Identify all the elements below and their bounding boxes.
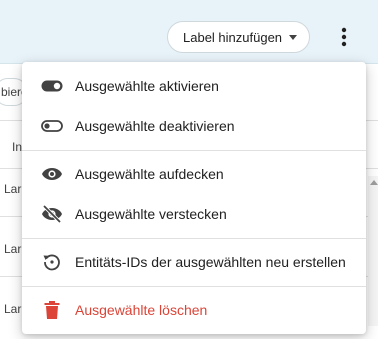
menu-item-label: Ausgewählte verstecken (75, 206, 227, 222)
scrollbar[interactable] (368, 176, 378, 326)
menu-divider (22, 238, 366, 239)
add-label-button[interactable]: Label hinzufügen (167, 21, 310, 53)
top-toolbar: Label hinzufügen (0, 0, 378, 64)
add-label-button-text: Label hinzufügen (183, 29, 283, 45)
scroll-up-icon[interactable] (370, 180, 378, 185)
table-row: Lar (4, 182, 22, 196)
menu-item-unhide-selected[interactable]: Ausgewählte aufdecken (22, 154, 366, 194)
menu-item-label: Entitäts-IDs der ausgewählten neu erstel… (75, 254, 346, 270)
table-row: Lar (4, 242, 22, 256)
eye-off-icon (39, 201, 65, 227)
table-row: Lar (4, 302, 22, 316)
menu-item-regenerate-entity-ids[interactable]: Entitäts-IDs der ausgewählten neu erstel… (22, 242, 366, 282)
overflow-menu: Ausgewählte aktivieren Ausgewählte deakt… (22, 62, 366, 334)
menu-item-delete-selected[interactable]: Ausgewählte löschen (22, 290, 366, 330)
menu-item-hide-selected[interactable]: Ausgewählte verstecken (22, 194, 366, 234)
menu-item-enable-selected[interactable]: Ausgewählte aktivieren (22, 66, 366, 106)
toggle-on-icon (39, 73, 65, 99)
trash-icon (39, 297, 65, 323)
menu-divider (22, 150, 366, 151)
menu-item-disable-selected[interactable]: Ausgewählte deaktivieren (22, 106, 366, 146)
menu-divider (22, 286, 366, 287)
menu-item-label: Ausgewählte löschen (75, 302, 208, 318)
menu-item-label: Ausgewählte deaktivieren (75, 118, 235, 134)
eye-icon (39, 161, 65, 187)
caret-down-icon (289, 35, 297, 40)
restore-icon (39, 249, 65, 275)
toggle-off-icon (39, 113, 65, 139)
menu-item-label: Ausgewählte aufdecken (75, 166, 224, 182)
menu-item-label: Ausgewählte aktivieren (75, 78, 219, 94)
column-header: In (12, 140, 23, 154)
more-options-icon[interactable] (330, 22, 358, 52)
